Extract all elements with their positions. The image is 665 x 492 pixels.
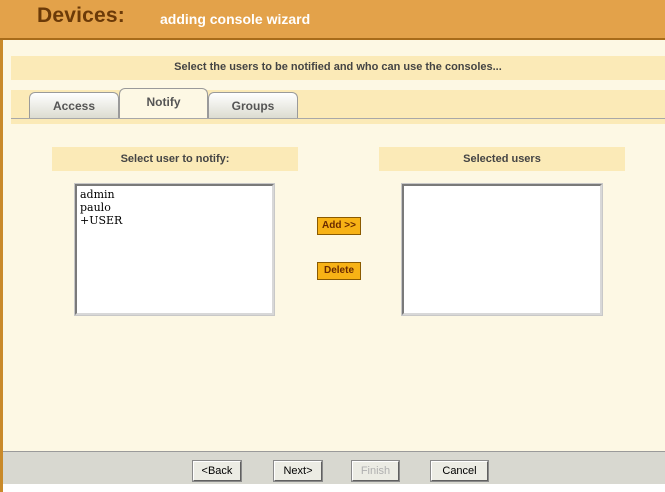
list-item-paulo[interactable]: paulo (80, 201, 269, 214)
bottom-strip (3, 484, 665, 492)
tab-groups[interactable]: Groups (208, 92, 298, 118)
select-user-label: Select user to notify: (52, 147, 298, 171)
user-listbox[interactable]: admin paulo +USER (74, 183, 275, 316)
list-item-user[interactable]: +USER (80, 214, 269, 227)
page-title: Devices: (37, 4, 125, 27)
page-subtitle: adding console wizard (160, 11, 311, 27)
wizard-footer: <Back Next> Finish Cancel (3, 451, 665, 485)
finish-button: Finish (351, 460, 400, 482)
instruction-bar: Select the users to be notified and who … (11, 56, 665, 80)
delete-button[interactable]: Delete (317, 262, 361, 280)
selected-users-label: Selected users (379, 147, 625, 171)
add-button[interactable]: Add >> (317, 217, 361, 235)
next-button[interactable]: Next> (273, 460, 323, 482)
tab-access[interactable]: Access (29, 92, 119, 118)
list-item-admin[interactable]: admin (80, 188, 269, 201)
instruction-text: Select the users to be notified and who … (174, 61, 502, 73)
selected-users-listbox[interactable] (401, 183, 603, 316)
back-button[interactable]: <Back (192, 460, 242, 482)
tab-divider (11, 118, 665, 119)
tab-notify[interactable]: Notify (119, 88, 208, 118)
page-header: Devices: adding console wizard (0, 0, 665, 40)
cancel-button[interactable]: Cancel (430, 460, 489, 482)
wizard-content: Select the users to be notified and who … (3, 40, 665, 451)
